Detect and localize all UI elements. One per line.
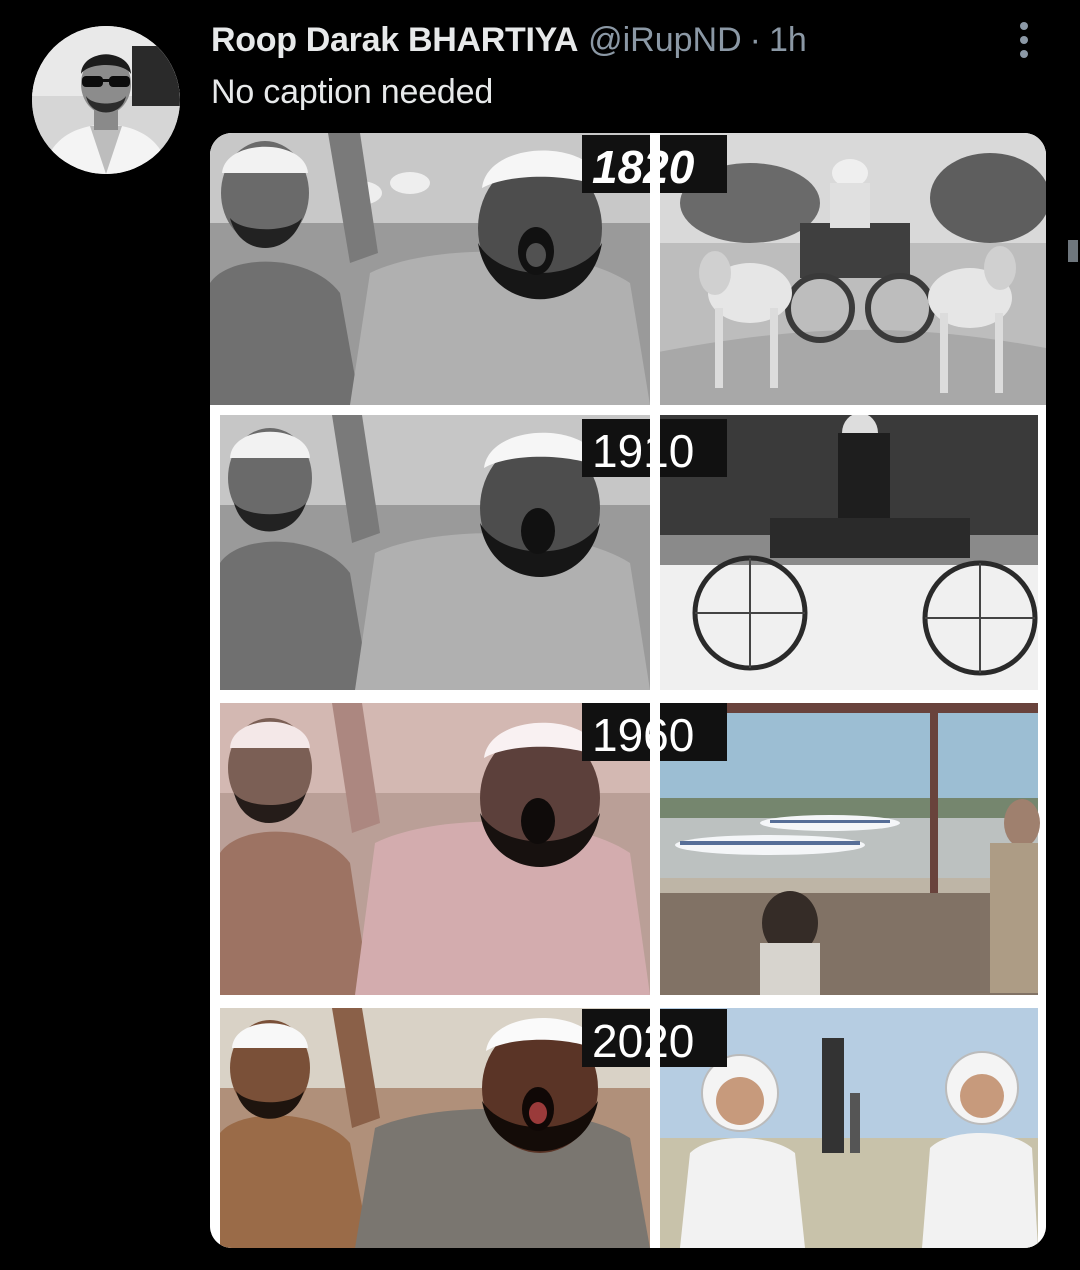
tweet-media-image[interactable]: 1820 1910 1960 2020 bbox=[210, 133, 1046, 1248]
scrollbar-marker[interactable] bbox=[1068, 240, 1078, 262]
tweet-header: Roop Darak BHARTIYA @iRupND · 1h bbox=[211, 20, 807, 60]
more-dot bbox=[1020, 22, 1028, 30]
avatar[interactable] bbox=[32, 26, 180, 174]
author-name[interactable]: Roop Darak BHARTIYA bbox=[211, 20, 578, 60]
timestamp[interactable]: 1h bbox=[769, 20, 807, 60]
svg-text:1910: 1910 bbox=[592, 425, 694, 477]
dot-separator: · bbox=[749, 21, 761, 59]
svg-text:1820: 1820 bbox=[592, 141, 695, 193]
avatar-image bbox=[32, 26, 180, 174]
author-handle[interactable]: @iRupND bbox=[588, 20, 742, 60]
svg-text:1960: 1960 bbox=[592, 709, 694, 761]
meme-collage: 1820 1910 1960 2020 bbox=[210, 133, 1046, 1248]
more-dot bbox=[1020, 50, 1028, 58]
tweet-caption: No caption needed bbox=[211, 73, 494, 111]
more-options-icon[interactable] bbox=[1008, 20, 1040, 60]
more-dot bbox=[1020, 36, 1028, 44]
svg-text:2020: 2020 bbox=[592, 1015, 694, 1067]
tweet: Roop Darak BHARTIYA @iRupND · 1h No capt… bbox=[0, 0, 1080, 1270]
